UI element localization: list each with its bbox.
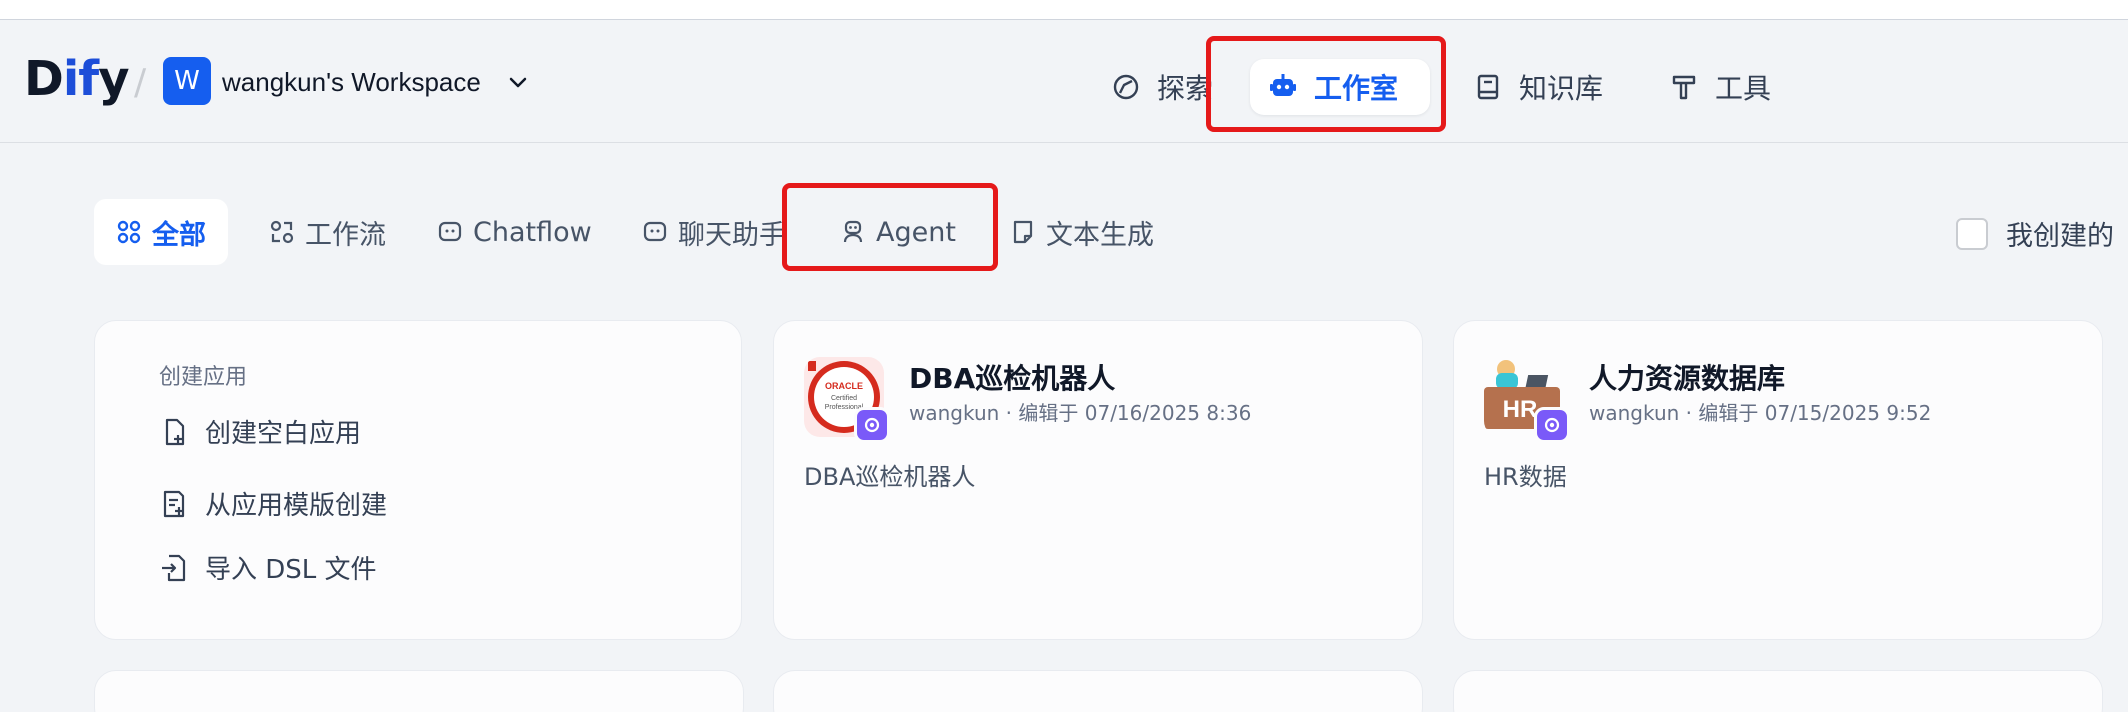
svg-text:Certified: Certified	[831, 395, 857, 402]
created-by-me-checkbox[interactable]	[1956, 217, 1988, 250]
nav-explore[interactable]: 探索	[1093, 59, 1231, 115]
tab-text-label: 文本生成	[1046, 219, 1154, 251]
app-name: 人力资源数据库	[1589, 362, 1786, 395]
nav-tools[interactable]: 工具	[1651, 59, 1789, 115]
created-by-me-filter[interactable]: 我创建的	[1956, 214, 2114, 253]
svg-text:ORACLE: ORACLE	[825, 381, 863, 391]
agent-icon	[843, 220, 863, 243]
logo-text-start: D	[24, 51, 64, 107]
app-card[interactable]: ORACLE Certified Professional DBA巡检机器人 w…	[773, 320, 1423, 640]
create-blank-app-button[interactable]: 创建空白应用	[159, 413, 361, 450]
workspace-name[interactable]: wangkun's Workspace	[222, 65, 481, 99]
compass-icon	[1113, 74, 1139, 100]
app-author: wangkun	[909, 401, 1000, 425]
create-app-title: 创建应用	[159, 365, 248, 390]
app-description: DBA巡检机器人	[804, 463, 976, 491]
logo-text-end: y	[98, 51, 129, 107]
app-card[interactable]: HR 人力资源数据库 wangkun · 编辑于 07/15/2025 9:52…	[1453, 320, 2103, 640]
nav-studio-label: 工作室	[1314, 72, 1399, 105]
chat-bot-icon	[643, 221, 667, 242]
app-card-partial[interactable]	[1453, 670, 2103, 712]
app-header: Dify / W wangkun's Workspace 探索 工作室 知识库	[0, 21, 2128, 143]
breadcrumb-separator: /	[134, 62, 147, 103]
template-icon	[163, 490, 185, 517]
nav-knowledge-label: 知识库	[1519, 72, 1604, 105]
tab-workflow-label: 工作流	[305, 219, 386, 251]
import-dsl-label: 导入 DSL 文件	[205, 555, 377, 585]
logo-text-accent: if	[62, 51, 99, 107]
document-icon	[1013, 220, 1033, 244]
tab-all-label: 全部	[152, 219, 206, 251]
tab-chatflow-label: Chatflow	[473, 216, 592, 248]
tab-text-generation[interactable]: 文本生成	[988, 199, 1176, 265]
app-meta: wangkun · 编辑于 07/16/2025 8:36	[909, 401, 1252, 425]
book-icon	[1477, 74, 1499, 100]
app-edited-time: 编辑于 07/15/2025 9:52	[1698, 401, 1932, 425]
workspace-avatar[interactable]: W	[163, 57, 211, 105]
app-edited-time: 编辑于 07/16/2025 8:36	[1018, 401, 1252, 425]
app-description: HR数据	[1484, 463, 1567, 491]
tab-agent-label: Agent	[876, 216, 956, 248]
chat-bubble-icon	[438, 221, 462, 242]
nav-studio[interactable]: 工作室	[1250, 59, 1430, 115]
nav-knowledge[interactable]: 知识库	[1455, 59, 1621, 115]
nav-explore-label: 探索	[1157, 72, 1214, 105]
tab-chatflow[interactable]: Chatflow	[415, 199, 614, 265]
import-dsl-button[interactable]: 导入 DSL 文件	[159, 549, 377, 586]
nav-tools-label: 工具	[1715, 72, 1772, 105]
created-by-me-label: 我创建的	[2006, 221, 2114, 252]
agent-badge-icon	[1534, 407, 1570, 443]
import-icon	[162, 554, 186, 581]
create-blank-app-label: 创建空白应用	[205, 419, 362, 449]
app-card-partial[interactable]	[773, 670, 1423, 712]
top-edge	[0, 0, 2128, 20]
dify-logo[interactable]: Dify	[24, 51, 129, 107]
svg-text:HR: HR	[1503, 396, 1538, 423]
agent-badge-icon	[854, 407, 890, 443]
app-meta: wangkun · 编辑于 07/15/2025 9:52	[1589, 401, 1932, 425]
app-name: DBA巡检机器人	[909, 362, 1116, 395]
tab-chat-label: 聊天助手	[678, 219, 786, 251]
app-card-partial[interactable]	[94, 670, 744, 712]
workflow-icon	[270, 220, 294, 244]
hammer-icon	[1672, 75, 1696, 100]
create-app-card: 创建应用 创建空白应用 从应用模版创建 导入 DSL 文件	[94, 320, 742, 640]
chevron-down-icon[interactable]	[506, 65, 530, 99]
tab-agent[interactable]: Agent	[818, 199, 978, 265]
create-from-template-button[interactable]: 从应用模版创建	[159, 485, 387, 522]
tab-all[interactable]: 全部	[94, 199, 228, 265]
tab-workflow[interactable]: 工作流	[247, 199, 408, 265]
new-file-icon	[165, 418, 185, 445]
create-from-template-label: 从应用模版创建	[205, 491, 388, 521]
robot-icon	[1270, 74, 1296, 96]
tab-chat-assistant[interactable]: 聊天助手	[620, 199, 808, 265]
grid-icon	[117, 220, 141, 244]
app-author: wangkun	[1589, 401, 1680, 425]
